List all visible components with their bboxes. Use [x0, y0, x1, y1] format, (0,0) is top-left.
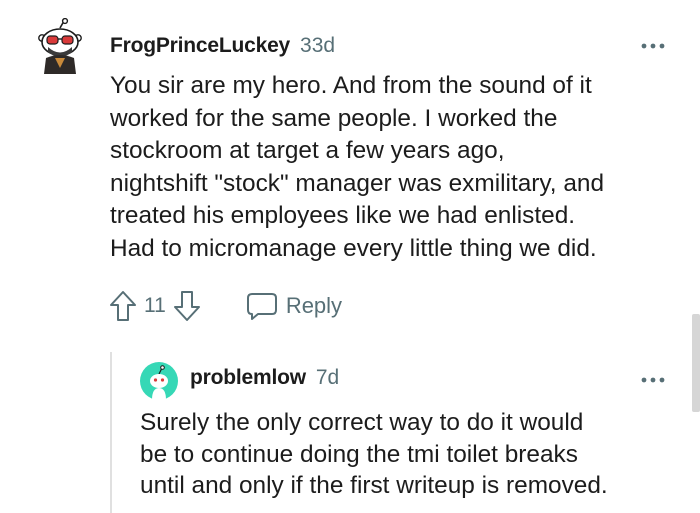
- comment-header: problemlow 7d: [190, 366, 339, 390]
- comment-text-line: nightshift "stock" manager was exmilitar…: [110, 169, 605, 197]
- comment-age: 7d: [315, 366, 340, 389]
- comment-text-line: worked for the same people. I worked the: [110, 104, 558, 132]
- vote-score: 11: [144, 294, 166, 317]
- scrollbar-thumb[interactable]: [692, 314, 700, 412]
- comment-body: You sir are my hero. And from the sound …: [110, 70, 670, 266]
- comment-header: FrogPrinceLuckey 33d: [110, 34, 335, 58]
- reply-label: Reply: [285, 293, 343, 318]
- snoo-avatar-icon[interactable]: [140, 362, 178, 400]
- more-options-icon[interactable]: [640, 370, 666, 390]
- snoo-avatar-icon[interactable]: [38, 17, 82, 76]
- reply-button[interactable]: Reply: [246, 291, 342, 321]
- comment-text-line: be to continue doing the tmi toilet brea…: [140, 440, 578, 468]
- author-username[interactable]: FrogPrinceLuckey: [110, 34, 290, 58]
- more-options-icon[interactable]: [640, 36, 666, 56]
- comment-text-line: until and only if the first writeup is r…: [140, 472, 608, 499]
- comment-body: Surely the only correct way to do it wou…: [140, 407, 680, 502]
- comment-text-line: You sir are my hero. And from the sound …: [110, 72, 592, 99]
- upvote-arrow-icon[interactable]: [108, 289, 138, 323]
- speech-bubble-icon: [246, 291, 278, 321]
- comment-text-line: Had to micromanage every little thing we…: [110, 234, 597, 262]
- downvote-arrow-icon[interactable]: [172, 289, 202, 323]
- comment-text-line: treated his employees like we had enlist…: [110, 202, 576, 230]
- comment-text-line: Surely the only correct way to do it wou…: [140, 409, 584, 436]
- thread-line[interactable]: [110, 352, 112, 513]
- comment-age: 33d: [300, 34, 336, 57]
- comment-text-line: stockroom at target a few years ago,: [110, 137, 505, 165]
- comment-thread: FrogPrinceLuckey 33d You sir are my hero…: [0, 0, 700, 513]
- comment-action-bar: 11 Reply: [108, 286, 342, 326]
- author-username[interactable]: problemlow: [190, 366, 306, 390]
